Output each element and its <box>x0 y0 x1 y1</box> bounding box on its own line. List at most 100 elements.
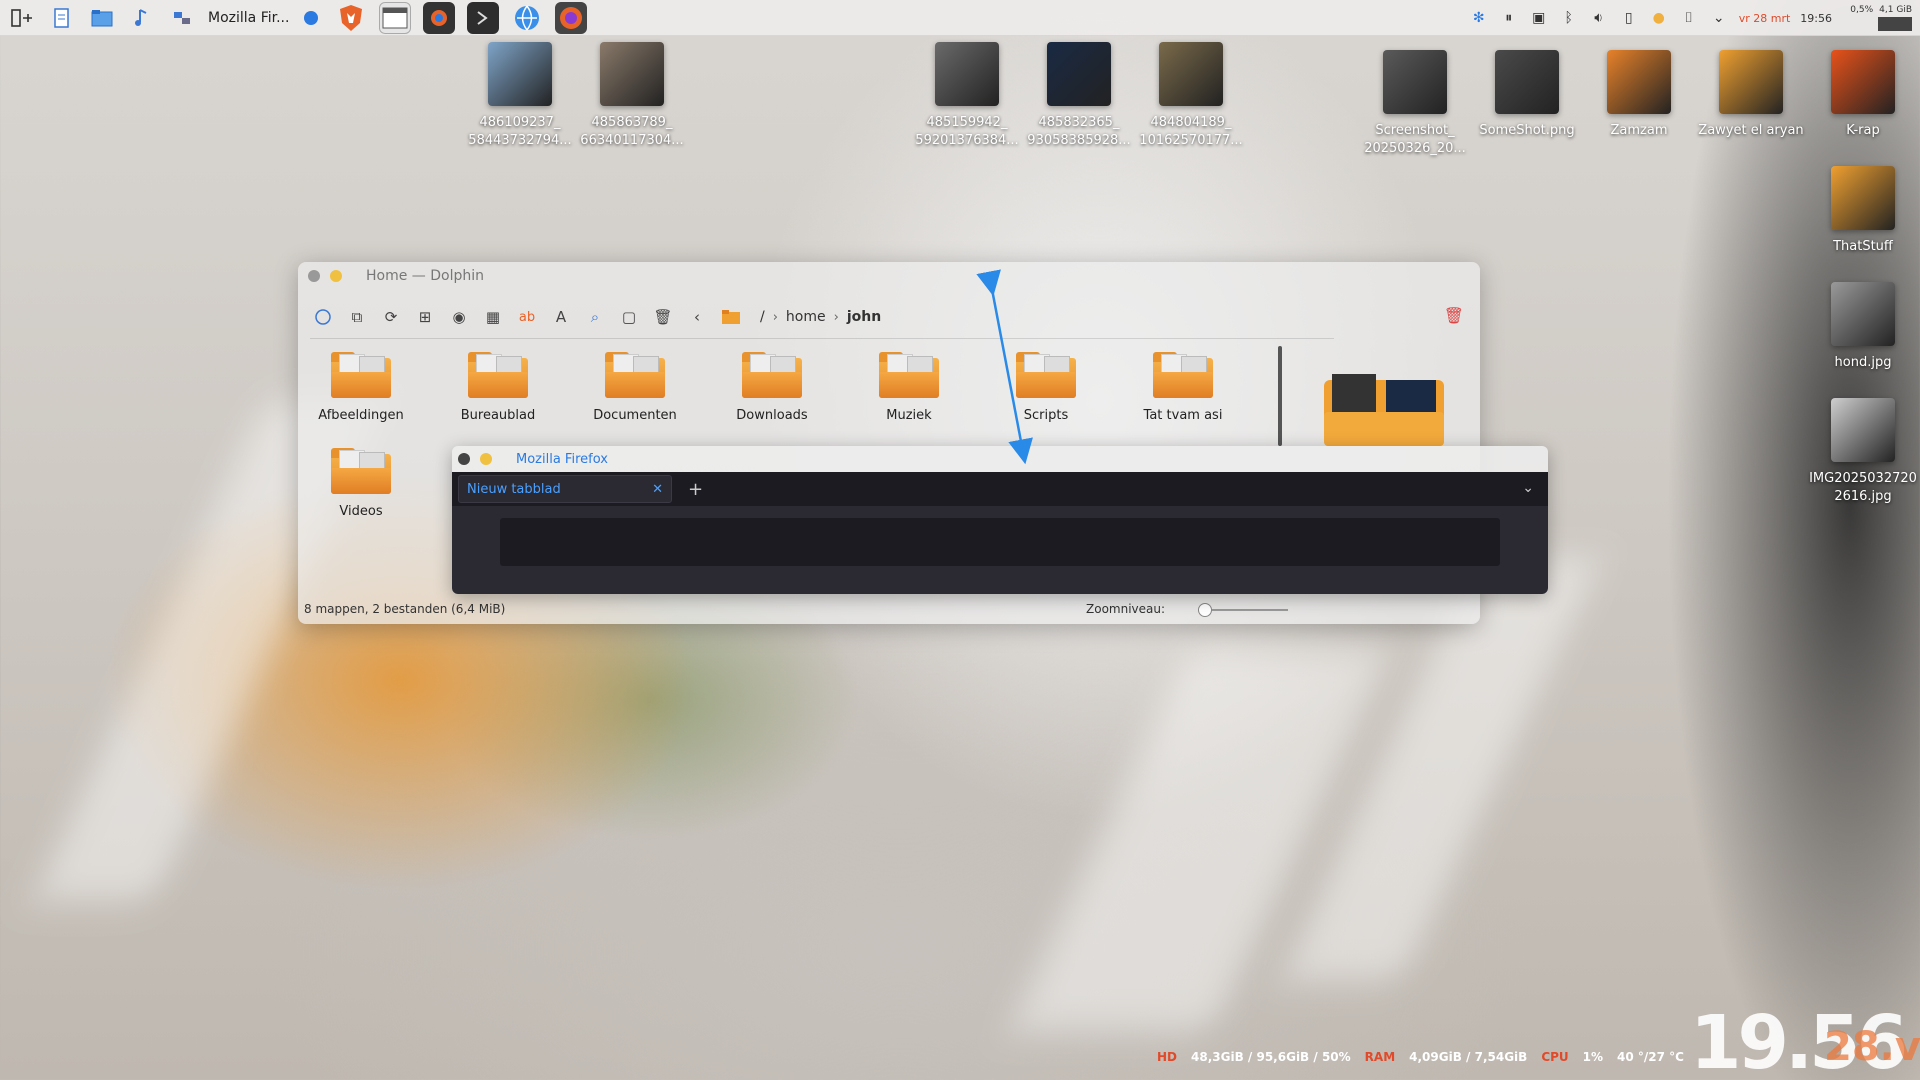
back-arrow-icon[interactable]: ‹ <box>684 304 710 330</box>
clock-date[interactable]: vr 28 mrt <box>1739 12 1791 25</box>
desktop-icon[interactable]: 486109237_ 58443732794... <box>465 42 575 150</box>
desktop-icon[interactable]: 485832365_ 93058385928... <box>1024 42 1134 150</box>
desktop-icon[interactable]: SomeShot.png <box>1472 50 1582 140</box>
rename-icon[interactable]: ab <box>514 304 540 330</box>
folder-item[interactable]: Documenten <box>580 352 690 423</box>
firefox-icon[interactable] <box>555 1 588 34</box>
bluetooth-icon[interactable]: ᛒ <box>1559 8 1579 28</box>
desktop-icon[interactable]: Screenshot_ 20250326_20... <box>1360 50 1470 158</box>
battery-icon[interactable]: ⌷ <box>1679 8 1699 28</box>
kde-connect-icon[interactable]: ✻ <box>1469 8 1489 28</box>
volume-icon[interactable]: 🔉︎ <box>1589 8 1609 28</box>
desktop-icon[interactable]: 485863789_ 66340117304... <box>577 42 687 150</box>
desktop-icon-thumbnail <box>1159 42 1223 106</box>
app-launcher-icon[interactable] <box>6 2 38 34</box>
firefox-titlebar[interactable]: Mozilla Firefox <box>452 446 1548 472</box>
home-folder-icon[interactable] <box>718 304 744 330</box>
window-title: Home — Dolphin <box>366 268 485 284</box>
folder-item[interactable]: Tat tvam asi <box>1128 352 1238 423</box>
circle-select-icon[interactable] <box>310 304 336 330</box>
music-player-icon[interactable] <box>126 2 158 34</box>
taskbar-task-title[interactable]: Mozilla Fir... <box>208 10 289 26</box>
ram-label: RAM <box>1364 1050 1396 1064</box>
font-icon[interactable]: A <box>548 304 574 330</box>
desktop-icon[interactable]: 485159942_ 59201376384... <box>912 42 1022 150</box>
desktop-icon-thumbnail <box>1047 42 1111 106</box>
breadcrumb-current[interactable]: john <box>847 309 881 325</box>
screenshot-tool-icon[interactable] <box>423 1 456 34</box>
file-manager-icon[interactable] <box>86 2 118 34</box>
text-editor-icon[interactable] <box>46 2 78 34</box>
folder-item[interactable]: Muziek <box>854 352 964 423</box>
brave-browser-icon[interactable] <box>335 2 367 34</box>
zoom-slider[interactable] <box>1198 603 1288 617</box>
desktop-icon[interactable]: IMG2025032720 2616.jpg <box>1808 398 1918 506</box>
folder-icon <box>331 352 391 398</box>
firefox-window[interactable]: Mozilla Firefox Nieuw tabblad ✕ + ⌄ <box>452 446 1548 594</box>
device-icon[interactable]: ▯ <box>1619 8 1639 28</box>
refresh-icon[interactable]: ⟳ <box>378 304 404 330</box>
toolbar-divider <box>310 338 1334 339</box>
dolphin-titlebar[interactable]: Home — Dolphin <box>298 262 1480 290</box>
notification-dot-icon <box>295 2 327 34</box>
desktop-icon-label: Screenshot_ 20250326_20... <box>1364 123 1466 156</box>
icons-view-icon[interactable]: ▦ <box>480 304 506 330</box>
folder-preview <box>1324 372 1444 446</box>
folder-item[interactable]: Downloads <box>717 352 827 423</box>
trash-can-icon[interactable]: 🗑︎ <box>1444 306 1464 325</box>
new-tab-plus-icon[interactable]: + <box>688 479 703 500</box>
desktop-icon-thumbnail <box>1831 282 1895 346</box>
desktop-icon[interactable]: hond.jpg <box>1808 282 1918 372</box>
folder-item[interactable]: Bureaublad <box>443 352 553 423</box>
clock-time[interactable]: 19:56 <box>1800 12 1832 25</box>
night-light-icon[interactable]: ● <box>1649 8 1669 28</box>
breadcrumb-home[interactable]: home <box>786 309 826 325</box>
dolphin-toolbar: ⧉ ⟳ ⊞ ◉ ▦ ab A ⌕ ▢ 🗑︎ ‹ / › home › john <box>310 302 889 332</box>
trash-icon[interactable]: 🗑︎ <box>650 304 676 330</box>
close-button[interactable] <box>308 270 320 282</box>
minimize-button[interactable] <box>330 270 342 282</box>
window-manager-icon[interactable] <box>379 1 412 34</box>
zoom-label: Zoomniveau: <box>1086 602 1166 616</box>
address-bar[interactable] <box>500 518 1500 566</box>
panels-icon[interactable]: ⊞ <box>412 304 438 330</box>
folder-item[interactable]: Videos <box>306 448 416 519</box>
tray-expand-chevron-icon[interactable]: ⌄ <box>1709 8 1729 28</box>
vertical-scrollbar[interactable] <box>1278 346 1282 446</box>
folder-item[interactable]: Afbeeldingen <box>306 352 416 423</box>
desktop-icon[interactable]: 484804189_ 10162570177... <box>1136 42 1246 150</box>
clipboard-icon[interactable]: ▣ <box>1529 8 1549 28</box>
media-pause-icon[interactable]: ⏸ <box>1499 8 1519 28</box>
new-file-icon[interactable]: ▢ <box>616 304 642 330</box>
desktop-icon-thumbnail <box>1607 50 1671 114</box>
minimize-button[interactable] <box>480 453 492 465</box>
folder-icon <box>1153 352 1213 398</box>
breadcrumb-root[interactable]: / <box>760 309 765 325</box>
zoom-slider-handle[interactable] <box>1198 603 1212 617</box>
status-text: 8 mappen, 2 bestanden (6,4 MiB) <box>304 602 506 616</box>
folder-item[interactable]: Scripts <box>991 352 1101 423</box>
folder-icon <box>1016 352 1076 398</box>
ram-value: 4,09GiB / 7,54GiB <box>1409 1050 1528 1064</box>
folder-label: Bureaublad <box>460 408 536 423</box>
folder-label: Downloads <box>736 408 808 423</box>
tab-list-chevron-icon[interactable]: ⌄ <box>1522 480 1534 496</box>
hd-value: 48,3GiB / 95,6GiB / 50% <box>1191 1050 1351 1064</box>
desktop-icon[interactable]: Zamzam <box>1584 50 1694 140</box>
system-monitor-widget[interactable]: 0,5% 4,1 GiB <box>1842 0 1912 36</box>
close-button[interactable] <box>458 453 470 465</box>
view-split-icon[interactable]: ⧉ <box>344 304 370 330</box>
desktop-icon[interactable]: K-rap <box>1808 50 1918 140</box>
desktop-icon-label: ThatStuff <box>1833 239 1893 254</box>
search-icon[interactable]: ⌕ <box>582 304 608 330</box>
browser-globe-icon[interactable] <box>511 2 543 34</box>
breadcrumb-chevron-icon: › <box>833 309 839 325</box>
desktop-icon[interactable]: ThatStuff <box>1808 166 1918 256</box>
tab-new-tab[interactable]: Nieuw tabblad ✕ <box>458 475 672 503</box>
desktop-icon-label: 485863789_ 66340117304... <box>580 115 684 148</box>
preview-eye-icon[interactable]: ◉ <box>446 304 472 330</box>
desktop-icon[interactable]: Zawyet el aryan <box>1696 50 1806 140</box>
close-tab-icon[interactable]: ✕ <box>652 482 663 497</box>
terminal-icon[interactable] <box>467 1 500 34</box>
system-settings-icon[interactable] <box>166 2 198 34</box>
